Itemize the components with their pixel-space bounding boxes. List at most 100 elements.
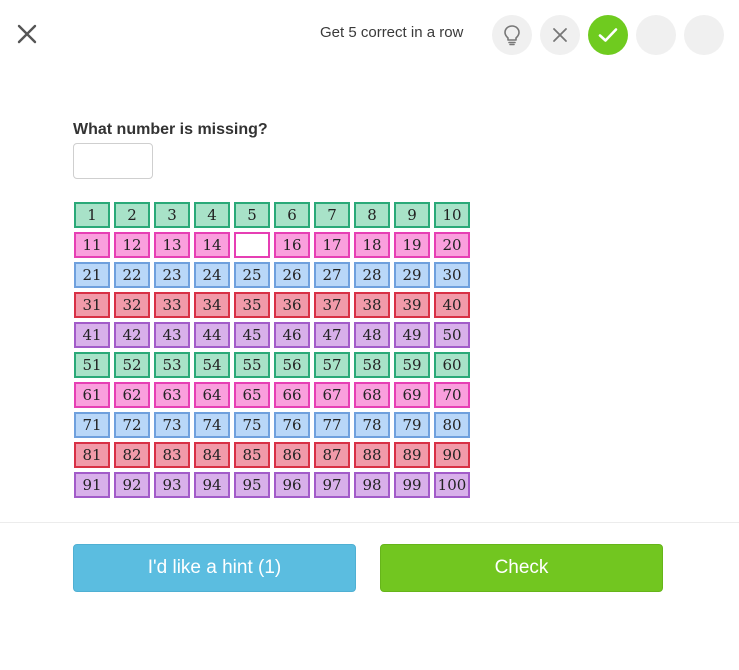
number-cell: 77 [314,412,350,438]
question-prompt: What number is missing? [73,121,268,138]
number-cell: 81 [74,442,110,468]
number-cell: 89 [394,442,430,468]
number-cell: 61 [74,382,110,408]
number-cell: 90 [434,442,470,468]
number-cell: 24 [194,262,230,288]
number-cell: 45 [234,322,270,348]
missing-number-cell [234,232,270,258]
number-cell: 83 [154,442,190,468]
number-cell: 20 [434,232,470,258]
number-cell: 1 [74,202,110,228]
number-cell: 27 [314,262,350,288]
number-cell: 84 [194,442,230,468]
number-cell: 97 [314,472,350,498]
number-cell: 26 [274,262,310,288]
progress-slot-correct [588,15,628,55]
number-cell: 2 [114,202,150,228]
number-cell: 6 [274,202,310,228]
number-cell: 86 [274,442,310,468]
number-cell: 63 [154,382,190,408]
number-cell: 43 [154,322,190,348]
number-cell: 60 [434,352,470,378]
number-cell: 72 [114,412,150,438]
number-cell: 3 [154,202,190,228]
checkmark-icon [598,28,618,42]
number-cell: 31 [74,292,110,318]
number-cell: 7 [314,202,350,228]
number-cell: 85 [234,442,270,468]
number-cell: 41 [74,322,110,348]
number-cell: 36 [274,292,310,318]
number-cell: 80 [434,412,470,438]
number-cell: 55 [234,352,270,378]
number-cell: 16 [274,232,310,258]
answer-input[interactable] [73,143,153,179]
number-cell: 99 [394,472,430,498]
number-cell: 93 [154,472,190,498]
check-button[interactable]: Check [380,544,663,592]
number-cell: 66 [274,382,310,408]
number-cell: 78 [354,412,390,438]
number-cell: 8 [354,202,390,228]
number-cell: 70 [434,382,470,408]
number-cell: 5 [234,202,270,228]
number-cell: 23 [154,262,190,288]
number-cell: 9 [394,202,430,228]
skip-button[interactable] [540,15,580,55]
number-cell: 100 [434,472,470,498]
number-cell: 39 [394,292,430,318]
number-cell: 74 [194,412,230,438]
number-cell: 17 [314,232,350,258]
number-cell: 10 [434,202,470,228]
number-cell: 11 [74,232,110,258]
number-cell: 49 [394,322,430,348]
number-cell: 69 [394,382,430,408]
number-cell: 82 [114,442,150,468]
number-cell: 75 [234,412,270,438]
number-cell: 18 [354,232,390,258]
number-cell: 73 [154,412,190,438]
number-cell: 59 [394,352,430,378]
number-cell: 28 [354,262,390,288]
number-cell: 71 [74,412,110,438]
number-cell: 33 [154,292,190,318]
number-cell: 48 [354,322,390,348]
number-cell: 62 [114,382,150,408]
number-cell: 95 [234,472,270,498]
number-cell: 30 [434,262,470,288]
streak-label: Get 5 correct in a row [320,24,464,41]
exercise-page: Get 5 correct in a row What number is mi… [0,0,739,670]
number-cell: 98 [354,472,390,498]
number-cell: 67 [314,382,350,408]
number-cell: 96 [274,472,310,498]
footer-divider [0,522,739,523]
number-cell: 38 [354,292,390,318]
progress-slot-empty [636,15,676,55]
number-cell: 94 [194,472,230,498]
hint-button[interactable]: I'd like a hint (1) [73,544,356,592]
number-cell: 47 [314,322,350,348]
number-cell: 52 [114,352,150,378]
number-cell: 4 [194,202,230,228]
number-cell: 12 [114,232,150,258]
number-cell: 42 [114,322,150,348]
number-cell: 21 [74,262,110,288]
number-cell: 51 [74,352,110,378]
number-cell: 37 [314,292,350,318]
progress-slot-empty [684,15,724,55]
number-cell: 57 [314,352,350,378]
number-cell: 87 [314,442,350,468]
number-cell: 50 [434,322,470,348]
close-icon[interactable] [14,21,40,47]
hint-lightbulb-button[interactable] [492,15,532,55]
number-cell: 19 [394,232,430,258]
number-cell: 53 [154,352,190,378]
number-cell: 56 [274,352,310,378]
number-cell: 13 [154,232,190,258]
number-cell: 32 [114,292,150,318]
lightbulb-icon [504,25,520,46]
number-cell: 92 [114,472,150,498]
number-cell: 88 [354,442,390,468]
number-cell: 64 [194,382,230,408]
number-cell: 25 [234,262,270,288]
